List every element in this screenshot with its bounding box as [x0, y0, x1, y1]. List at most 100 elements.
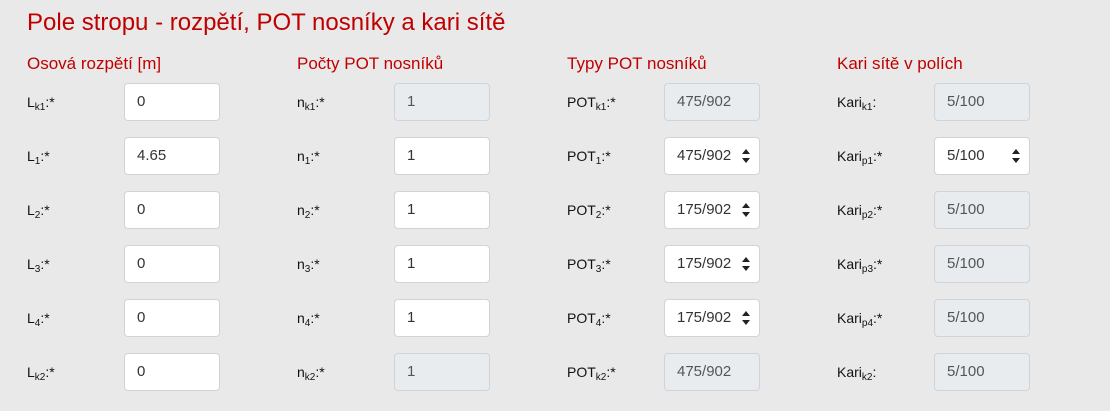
- label-suffix: :*: [873, 310, 883, 326]
- form-row: POT2:* 175/902: [567, 191, 837, 229]
- label-base: Kari: [837, 94, 862, 110]
- label-suffix: :*: [873, 256, 883, 272]
- field-value: 0: [137, 309, 146, 326]
- column-spans: Osová rozpětí [m] Lk1:* 0 L1:* 4.65 L2:* 0 L3:*…: [27, 52, 297, 391]
- label-base: n: [297, 364, 305, 380]
- field-label: POT1:*: [567, 147, 611, 167]
- form-row: L3:* 0: [27, 245, 297, 283]
- field-label: Karip3:*: [837, 255, 883, 275]
- select-arrows-icon: [742, 203, 750, 217]
- field-label: POT3:*: [567, 255, 611, 275]
- select-pot-3[interactable]: 175/902: [664, 245, 760, 283]
- form-row: nk1:* 1: [297, 83, 567, 121]
- label-subscript: k1: [34, 102, 46, 113]
- input-l-1[interactable]: 4.65: [124, 137, 220, 175]
- select-arrows-icon: [742, 257, 750, 271]
- select-kari-p1[interactable]: 5/100: [934, 137, 1030, 175]
- label-suffix: :*: [606, 94, 616, 110]
- label-suffix: :*: [310, 310, 320, 326]
- label-suffix: :*: [310, 202, 320, 218]
- field-label: Lk1:*: [27, 93, 55, 113]
- field-label: nk2:*: [297, 363, 325, 383]
- form-row: Karik2: 5/100: [837, 353, 1107, 391]
- form-row: Karip3:* 5/100: [837, 245, 1107, 283]
- field-value: 1: [407, 363, 416, 380]
- field-label: n1:*: [297, 147, 320, 167]
- field-label: L3:*: [27, 255, 50, 275]
- input-n-3[interactable]: 1: [394, 245, 490, 283]
- label-subscript: k1: [595, 102, 607, 113]
- label-base: POT: [567, 310, 596, 326]
- page-title: Pole stropu - rozpětí, POT nosníky a kar…: [27, 9, 506, 36]
- label-base: n: [297, 148, 305, 164]
- label-base: n: [297, 310, 305, 326]
- form-row: n3:* 1: [297, 245, 567, 283]
- field-value: 5/100: [947, 93, 985, 110]
- label-base: n: [297, 256, 305, 272]
- field-value: 1: [407, 255, 416, 272]
- field-label: Lk2:*: [27, 363, 55, 383]
- input-kari-k1: 5/100: [934, 83, 1030, 121]
- form-row: POT4:* 175/902: [567, 299, 837, 337]
- field-value: 5/100: [947, 201, 985, 218]
- field-value: 4.65: [137, 147, 167, 164]
- label-base: POT: [567, 202, 596, 218]
- form-row: POT3:* 175/902: [567, 245, 837, 283]
- label-suffix: :*: [315, 94, 325, 110]
- field-value: 175/902: [677, 255, 732, 272]
- label-suffix: :*: [601, 202, 611, 218]
- label-base: L: [27, 364, 35, 380]
- select-pot-1[interactable]: 475/902: [664, 137, 760, 175]
- form-row: POTk1:* 475/902: [567, 83, 837, 121]
- field-label: n4:*: [297, 309, 320, 329]
- label-base: L: [27, 148, 35, 164]
- form-row: Karip2:* 5/100: [837, 191, 1107, 229]
- field-label: POTk1:*: [567, 93, 616, 113]
- form-row: L1:* 4.65: [27, 137, 297, 175]
- field-label: n2:*: [297, 201, 320, 221]
- input-n-4[interactable]: 1: [394, 299, 490, 337]
- input-n-1[interactable]: 1: [394, 137, 490, 175]
- form-row: n1:* 1: [297, 137, 567, 175]
- input-l-k1[interactable]: 0: [124, 83, 220, 121]
- label-base: L: [27, 310, 35, 326]
- label-suffix: :*: [310, 256, 320, 272]
- field-label: POT4:*: [567, 309, 611, 329]
- label-subscript: p4: [861, 318, 874, 329]
- field-label: POT2:*: [567, 201, 611, 221]
- label-suffix: :*: [45, 94, 55, 110]
- select-pot-2[interactable]: 175/902: [664, 191, 760, 229]
- label-suffix: :*: [40, 256, 50, 272]
- label-base: L: [27, 202, 35, 218]
- input-pot-k1: 475/902: [664, 83, 760, 121]
- label-base: n: [297, 94, 305, 110]
- select-pot-4[interactable]: 175/902: [664, 299, 760, 337]
- label-base: Kari: [837, 202, 862, 218]
- column-header: Počty POT nosníků: [297, 54, 444, 73]
- label-subscript: k2: [595, 372, 607, 383]
- field-value: 175/902: [677, 201, 732, 218]
- label-subscript: k1: [304, 102, 316, 113]
- label-suffix: :*: [315, 364, 325, 380]
- field-label: n3:*: [297, 255, 320, 275]
- label-base: POT: [567, 364, 596, 380]
- form-row: Karip1:* 5/100: [837, 137, 1107, 175]
- input-l-k2[interactable]: 0: [124, 353, 220, 391]
- field-value: 475/902: [677, 147, 732, 164]
- label-suffix: :: [872, 94, 877, 110]
- label-suffix: :*: [873, 148, 883, 164]
- label-suffix: :*: [601, 256, 611, 272]
- label-suffix: :*: [606, 364, 616, 380]
- input-n-2[interactable]: 1: [394, 191, 490, 229]
- form-row: Lk1:* 0: [27, 83, 297, 121]
- input-l-3[interactable]: 0: [124, 245, 220, 283]
- input-l-4[interactable]: 0: [124, 299, 220, 337]
- label-base: Kari: [837, 148, 862, 164]
- label-base: POT: [567, 256, 596, 272]
- field-value: 5/100: [947, 147, 985, 164]
- label-suffix: :*: [310, 148, 320, 164]
- input-l-2[interactable]: 0: [124, 191, 220, 229]
- field-value: 0: [137, 93, 146, 110]
- input-kari-p3: 5/100: [934, 245, 1030, 283]
- field-label: POTk2:*: [567, 363, 616, 383]
